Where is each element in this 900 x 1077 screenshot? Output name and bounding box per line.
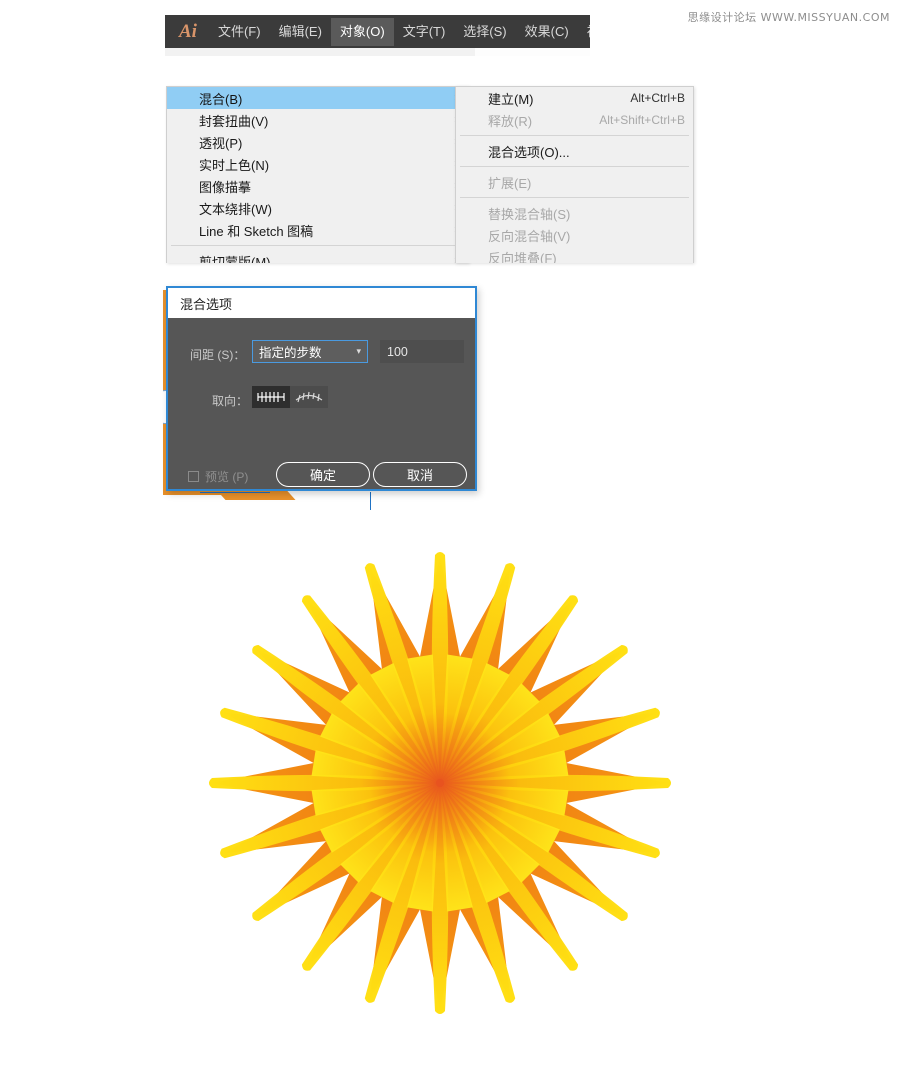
align-to-page-icon[interactable] (252, 386, 290, 408)
dialog-titlebar: 混合选项 (168, 288, 475, 318)
menu-separator (460, 166, 689, 167)
menubar-item-effect[interactable]: 效果(C) (516, 18, 578, 46)
menu-item-label: 释放(R) (488, 113, 533, 129)
menu-item-label: 文本绕排(W) (199, 201, 272, 217)
menu-item-live-paint[interactable]: 实时上色(N) › (167, 153, 468, 175)
starburst-center (436, 779, 444, 787)
selection-guide-vertical (370, 492, 371, 510)
menu-item-label: 扩展(E) (488, 175, 532, 191)
menubar-item-type[interactable]: 文字(T) (394, 18, 455, 46)
steps-input-value: 100 (387, 344, 408, 359)
spacing-select[interactable]: 指定的步数 ▾ (252, 340, 368, 363)
align-to-path-glyph (295, 391, 323, 403)
menu-item-blend[interactable]: 混合(B) › (167, 87, 468, 109)
menu-item-label: 混合(B) (199, 91, 243, 107)
selection-guide-horizontal (200, 492, 270, 493)
menu-item-perspective[interactable]: 透视(P) › (167, 131, 468, 153)
menu-item-label: 替换混合轴(S) (488, 206, 571, 222)
menu-item-replace-spine: 替换混合轴(S) (456, 202, 693, 224)
menu-item-make[interactable]: 建立(M) Alt+Ctrl+B (456, 87, 693, 109)
menubar-item-view[interactable]: 视图(V (578, 18, 590, 46)
application-menubar: Ai 文件(F) 编辑(E) 对象(O) 文字(T) 选择(S) 效果(C) 视… (165, 15, 590, 48)
menu-item-label: 混合选项(O)... (488, 144, 570, 160)
menu-separator (460, 135, 689, 136)
menu-item-label: Line 和 Sketch 图稿 (199, 223, 314, 239)
menu-item-reverse-front-to-back: 反向堆叠(F) (456, 246, 693, 264)
menu-item-label: 图像描摹 (199, 179, 252, 195)
blend-options-dialog: 混合选项 间距 (S)： 指定的步数 ▾ 100 取向： 预览 (P) 确定 取… (166, 286, 477, 491)
menu-item-reverse-spine: 反向混合轴(V) (456, 224, 693, 246)
spacing-select-value: 指定的步数 (259, 346, 322, 360)
object-submenu: 混合(B) › 封套扭曲(V) › 透视(P) › 实时上色(N) › 图像描摹… (166, 86, 469, 263)
menu-item-label: 透视(P) (199, 135, 243, 151)
orientation-label: 取向： (212, 394, 249, 408)
menu-item-blend-options[interactable]: 混合选项(O)... (456, 140, 693, 162)
menu-item-label: 反向混合轴(V) (488, 228, 571, 244)
menubar-item-file[interactable]: 文件(F) (209, 18, 270, 46)
menu-item-image-trace[interactable]: 图像描摹 › (167, 175, 468, 197)
menu-item-label: 剪切蒙版(M) (199, 254, 271, 264)
menubar-item-edit[interactable]: 编辑(E) (270, 18, 331, 46)
dialog-body: 间距 (S)： 指定的步数 ▾ 100 取向： 预览 (P) 确定 取消 (168, 318, 475, 489)
app-background-strip-right (475, 48, 590, 56)
menubar-item-select[interactable]: 选择(S) (454, 18, 515, 46)
steps-input[interactable]: 100 (380, 340, 464, 363)
menu-item-expand: 扩展(E) (456, 171, 693, 193)
menu-separator (171, 245, 464, 246)
menubar-item-object[interactable]: 对象(O) (330, 17, 394, 46)
menu-item-label: 实时上色(N) (199, 157, 270, 173)
cancel-button[interactable]: 取消 (373, 462, 467, 487)
align-to-page-glyph (257, 392, 285, 402)
preview-checkbox-group: 预览 (P) (188, 468, 248, 485)
menu-item-text-wrap[interactable]: 文本绕排(W) › (167, 197, 468, 219)
menu-item-label: 建立(M) (488, 91, 534, 107)
starburst-shape (209, 552, 671, 1014)
ok-button[interactable]: 确定 (276, 462, 370, 487)
blended-starburst-artwork (209, 552, 671, 1014)
menu-item-shortcut: Alt+Ctrl+B (630, 91, 685, 105)
preview-label: 预览 (P) (205, 470, 249, 484)
illustrator-logo: Ai (179, 20, 197, 42)
preview-checkbox (188, 471, 199, 482)
menu-item-shortcut: Alt+Shift+Ctrl+B (599, 113, 685, 127)
site-watermark: 思缘设计论坛 WWW.MISSYUAN.COM (687, 11, 890, 24)
align-to-path-icon[interactable] (290, 386, 328, 408)
orientation-button-group (252, 386, 328, 408)
menu-separator (460, 197, 689, 198)
menu-item-line-sketch-art[interactable]: Line 和 Sketch 图稿 › (167, 219, 468, 241)
menu-item-envelope-distort[interactable]: 封套扭曲(V) › (167, 109, 468, 131)
dialog-title: 混合选项 (180, 296, 233, 312)
menu-item-release: 释放(R) Alt+Shift+Ctrl+B (456, 109, 693, 131)
spacing-label: 间距 (S)： (190, 348, 246, 362)
blend-submenu: 建立(M) Alt+Ctrl+B 释放(R) Alt+Shift+Ctrl+B … (455, 86, 694, 263)
menu-item-label: 封套扭曲(V) (199, 113, 269, 129)
menu-item-label: 反向堆叠(F) (488, 250, 557, 264)
menu-item-clipping-mask[interactable]: 剪切蒙版(M) › (167, 250, 468, 264)
chevron-down-icon: ▾ (356, 346, 361, 356)
